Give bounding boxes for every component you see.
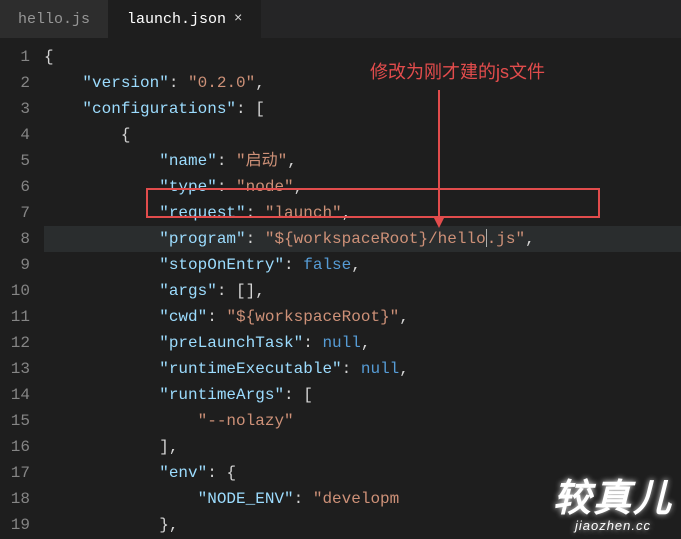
line-number: 10 <box>0 278 30 304</box>
code-line: "runtimeExecutable": null, <box>44 356 681 382</box>
code-line: ], <box>44 434 681 460</box>
code-line: "--nolazy" <box>44 408 681 434</box>
tab-launch-json[interactable]: launch.json × <box>109 0 261 38</box>
line-number: 5 <box>0 148 30 174</box>
code-line: "version": "0.2.0", <box>44 70 681 96</box>
line-number: 9 <box>0 252 30 278</box>
code-line: "cwd": "${workspaceRoot}", <box>44 304 681 330</box>
line-number: 3 <box>0 96 30 122</box>
line-number: 8 <box>0 226 30 252</box>
code-line: { <box>44 44 681 70</box>
code-line: "runtimeArgs": [ <box>44 382 681 408</box>
code-line: "request": "launch", <box>44 200 681 226</box>
code-line: "env": { <box>44 460 681 486</box>
line-number: 19 <box>0 512 30 538</box>
tab-hello-js[interactable]: hello.js <box>0 0 109 38</box>
editor: 1 2 3 4 5 6 7 8 9 10 11 12 13 14 15 16 1… <box>0 38 681 539</box>
tab-label: hello.js <box>18 11 90 28</box>
code-line: "args": [], <box>44 278 681 304</box>
line-number: 13 <box>0 356 30 382</box>
line-number: 7 <box>0 200 30 226</box>
line-number: 16 <box>0 434 30 460</box>
close-icon[interactable]: × <box>234 11 242 27</box>
line-number: 15 <box>0 408 30 434</box>
code-line: "name": "启动", <box>44 148 681 174</box>
line-number: 18 <box>0 486 30 512</box>
tab-bar: hello.js launch.json × <box>0 0 681 38</box>
line-number: 1 <box>0 44 30 70</box>
line-number: 11 <box>0 304 30 330</box>
code-line: "type": "node", <box>44 174 681 200</box>
line-number-gutter: 1 2 3 4 5 6 7 8 9 10 11 12 13 14 15 16 1… <box>0 38 44 539</box>
code-line: "NODE_ENV": "developm <box>44 486 681 512</box>
code-line-current: "program": "${workspaceRoot}/hello.js", <box>44 226 681 252</box>
line-number: 17 <box>0 460 30 486</box>
code-line: "configurations": [ <box>44 96 681 122</box>
line-number: 12 <box>0 330 30 356</box>
code-area[interactable]: { "version": "0.2.0", "configurations": … <box>44 38 681 539</box>
code-line: { <box>44 122 681 148</box>
code-line: "preLaunchTask": null, <box>44 330 681 356</box>
code-line: }, <box>44 512 681 538</box>
line-number: 4 <box>0 122 30 148</box>
line-number: 6 <box>0 174 30 200</box>
line-number: 2 <box>0 70 30 96</box>
tab-label: launch.json <box>127 11 226 28</box>
line-number: 14 <box>0 382 30 408</box>
code-line: "stopOnEntry": false, <box>44 252 681 278</box>
